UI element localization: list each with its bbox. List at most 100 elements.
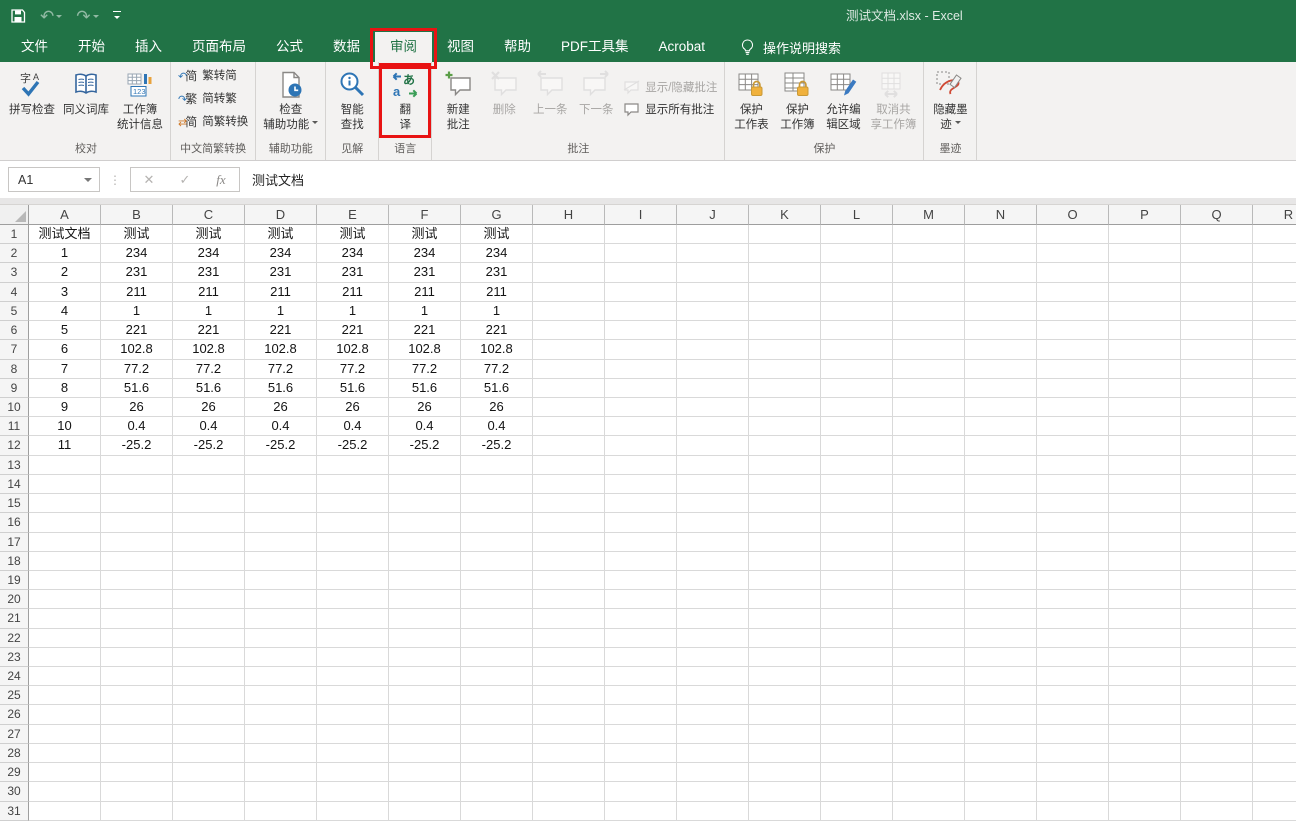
- row-header-26[interactable]: 26: [0, 705, 29, 725]
- cell-O30[interactable]: [1037, 782, 1109, 802]
- cell-C18[interactable]: [173, 551, 245, 571]
- cell-M24[interactable]: [893, 667, 965, 687]
- cell-F18[interactable]: [389, 551, 461, 571]
- cell-J6[interactable]: [677, 321, 749, 341]
- cell-E25[interactable]: [317, 686, 389, 706]
- cancel-icon[interactable]: ✕: [131, 172, 167, 188]
- cell-E14[interactable]: [317, 474, 389, 495]
- cell-F11[interactable]: 0.4: [389, 417, 461, 437]
- row-header-4[interactable]: 4: [0, 282, 29, 302]
- hide-ink-button[interactable]: 隐藏墨迹: [927, 65, 973, 137]
- cell-O26[interactable]: [1037, 705, 1109, 725]
- column-header-K[interactable]: K: [749, 205, 821, 225]
- cell-J16[interactable]: [677, 513, 749, 533]
- unshare-workbook-button[interactable]: 取消共 享工作簿: [866, 65, 920, 137]
- cell-D16[interactable]: [245, 513, 317, 533]
- cell-A1[interactable]: 测试文档: [29, 225, 101, 245]
- cell-R16[interactable]: [1253, 513, 1296, 533]
- row-header-31[interactable]: 31: [0, 801, 29, 821]
- enter-icon[interactable]: ✓: [167, 172, 203, 188]
- cell-F17[interactable]: [389, 532, 461, 552]
- cell-F6[interactable]: 221: [389, 321, 461, 341]
- tab-view[interactable]: 视图: [432, 32, 489, 62]
- cell-N31[interactable]: [965, 801, 1037, 821]
- trad-to-simp-button[interactable]: ↶简 繁转简: [174, 65, 252, 86]
- cell-H5[interactable]: [533, 301, 605, 322]
- cell-K13[interactable]: [749, 455, 821, 475]
- column-header-O[interactable]: O: [1037, 205, 1109, 225]
- cell-M16[interactable]: [893, 513, 965, 533]
- cell-O7[interactable]: [1037, 340, 1109, 360]
- row-header-30[interactable]: 30: [0, 782, 29, 802]
- cell-R25[interactable]: [1253, 686, 1296, 706]
- cell-J10[interactable]: [677, 397, 749, 418]
- cell-B31[interactable]: [101, 801, 173, 821]
- cell-K15[interactable]: [749, 494, 821, 514]
- cell-B15[interactable]: [101, 494, 173, 514]
- cell-I12[interactable]: [605, 436, 677, 456]
- cell-N9[interactable]: [965, 378, 1037, 398]
- cell-O2[interactable]: [1037, 244, 1109, 264]
- cell-G17[interactable]: [461, 532, 533, 552]
- cell-C22[interactable]: [173, 628, 245, 648]
- cell-I19[interactable]: [605, 570, 677, 591]
- cell-D9[interactable]: 51.6: [245, 378, 317, 398]
- cell-P17[interactable]: [1109, 532, 1181, 552]
- cell-Q27[interactable]: [1181, 724, 1253, 744]
- cell-M13[interactable]: [893, 455, 965, 475]
- cell-Q10[interactable]: [1181, 397, 1253, 418]
- cell-G19[interactable]: [461, 570, 533, 591]
- cell-G3[interactable]: 231: [461, 263, 533, 283]
- cell-N25[interactable]: [965, 686, 1037, 706]
- cell-R17[interactable]: [1253, 533, 1296, 552]
- cell-I5[interactable]: [605, 301, 677, 322]
- cell-B23[interactable]: [101, 647, 173, 668]
- cell-L22[interactable]: [821, 628, 893, 648]
- cell-D17[interactable]: [245, 532, 317, 552]
- cell-R7[interactable]: [1253, 340, 1296, 360]
- cell-P30[interactable]: [1109, 782, 1181, 802]
- show-all-comments-button[interactable]: 显示所有批注: [619, 99, 721, 119]
- cell-R27[interactable]: [1253, 725, 1296, 744]
- cell-L12[interactable]: [821, 436, 893, 456]
- cell-R12[interactable]: [1253, 436, 1296, 456]
- cell-N11[interactable]: [965, 417, 1037, 437]
- cell-G24[interactable]: [461, 667, 533, 687]
- cell-I3[interactable]: [605, 263, 677, 283]
- cell-P16[interactable]: [1109, 513, 1181, 533]
- cell-L5[interactable]: [821, 301, 893, 322]
- column-header-Q[interactable]: Q: [1181, 205, 1253, 225]
- cell-E13[interactable]: [317, 455, 389, 475]
- cell-J15[interactable]: [677, 494, 749, 514]
- cell-P4[interactable]: [1109, 282, 1181, 302]
- cell-Q9[interactable]: [1181, 378, 1253, 398]
- cell-G15[interactable]: [461, 494, 533, 514]
- row-header-21[interactable]: 21: [0, 609, 29, 629]
- cell-A31[interactable]: [29, 801, 101, 821]
- cell-R20[interactable]: [1253, 590, 1296, 610]
- cell-C25[interactable]: [173, 686, 245, 706]
- cell-G29[interactable]: [461, 763, 533, 783]
- tab-data[interactable]: 数据: [318, 32, 375, 62]
- cell-Q31[interactable]: [1181, 801, 1253, 821]
- cell-H21[interactable]: [533, 609, 605, 629]
- cell-C6[interactable]: 221: [173, 321, 245, 341]
- cell-D19[interactable]: [245, 570, 317, 591]
- cell-N14[interactable]: [965, 474, 1037, 495]
- cell-K7[interactable]: [749, 340, 821, 360]
- cell-G30[interactable]: [461, 782, 533, 802]
- cell-F27[interactable]: [389, 724, 461, 744]
- cell-F26[interactable]: [389, 705, 461, 725]
- row-header-9[interactable]: 9: [0, 378, 29, 398]
- cell-P29[interactable]: [1109, 763, 1181, 783]
- cell-L25[interactable]: [821, 686, 893, 706]
- row-header-5[interactable]: 5: [0, 301, 29, 322]
- cell-C24[interactable]: [173, 667, 245, 687]
- cell-O6[interactable]: [1037, 321, 1109, 341]
- cell-L2[interactable]: [821, 244, 893, 264]
- cell-D5[interactable]: 1: [245, 301, 317, 322]
- cell-G8[interactable]: 77.2: [461, 359, 533, 379]
- cell-P10[interactable]: [1109, 397, 1181, 418]
- cell-Q18[interactable]: [1181, 551, 1253, 571]
- cell-J9[interactable]: [677, 378, 749, 398]
